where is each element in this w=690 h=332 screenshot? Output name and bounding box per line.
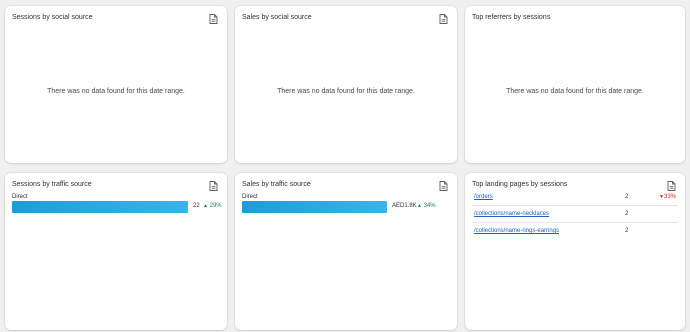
export-icon[interactable]	[439, 14, 448, 24]
export-icon[interactable]	[209, 181, 218, 191]
card-title: Sessions by traffic source	[12, 181, 92, 188]
empty-state-message: There was no data found for this date ra…	[506, 88, 644, 95]
landing-page-link[interactable]: /orders	[474, 194, 493, 200]
card-sessions-by-social-source: Sessions by social source There was no d…	[5, 6, 227, 163]
card-top-landing-pages-by-sessions: Top landing pages by sessions /orders 2 …	[465, 173, 685, 330]
bar-change-value: 29%	[209, 203, 222, 209]
table-row: /orders 2 ▼33%	[472, 189, 678, 206]
bar-change-badge: ▲ 34%	[417, 203, 436, 209]
bar-value: AED1.8K	[392, 203, 417, 209]
traffic-source-label: Direct	[12, 194, 28, 200]
card-top-referrers-by-sessions: Top referrers by sessions There was no d…	[465, 6, 685, 163]
arrow-up-icon: ▲	[417, 203, 422, 209]
landing-page-sessions: 2	[625, 211, 629, 217]
card-sales-by-social-source: Sales by social source There was no data…	[235, 6, 457, 163]
landing-page-sessions: 2	[625, 194, 629, 200]
card-title: Sales by traffic source	[242, 181, 311, 188]
export-icon[interactable]	[209, 14, 218, 24]
landing-page-link[interactable]: /collections/name-necklaces	[474, 211, 549, 217]
landing-page-link[interactable]: /collections/name-rings-earrings	[474, 228, 559, 234]
bar-change-value: 34%	[423, 203, 436, 209]
card-title: Top landing pages by sessions	[472, 181, 568, 188]
arrow-up-icon: ▲	[203, 203, 208, 209]
table-row: /collections/name-necklaces 2	[472, 206, 678, 223]
card-sessions-by-traffic-source: Sessions by traffic source Direct 22 ▲ 2…	[5, 173, 227, 330]
traffic-source-label: Direct	[242, 194, 258, 200]
table-row: /collections/name-rings-earrings 2	[472, 223, 678, 240]
card-sales-by-traffic-source: Sales by traffic source Direct AED1.8K ▲…	[235, 173, 457, 330]
traffic-source-bar-row[interactable]: 22 ▲ 29%	[12, 201, 222, 213]
empty-state-message: There was no data found for this date ra…	[277, 88, 415, 95]
landing-page-sessions: 2	[625, 228, 629, 234]
card-title: Top referrers by sessions	[472, 14, 551, 21]
traffic-source-bar	[12, 201, 188, 213]
landing-page-change: ▼33%	[659, 194, 676, 200]
empty-state-message: There was no data found for this date ra…	[47, 88, 185, 95]
traffic-source-bar	[242, 201, 387, 213]
card-title: Sessions by social source	[12, 14, 93, 21]
export-icon[interactable]	[439, 181, 448, 191]
bar-value: 22	[193, 203, 200, 209]
landing-page-change-value: 33%	[663, 194, 676, 200]
card-title: Sales by social source	[242, 14, 312, 21]
traffic-source-bar-row[interactable]: AED1.8K ▲ 34%	[242, 201, 450, 213]
bar-change-badge: ▲ 29%	[203, 203, 222, 209]
